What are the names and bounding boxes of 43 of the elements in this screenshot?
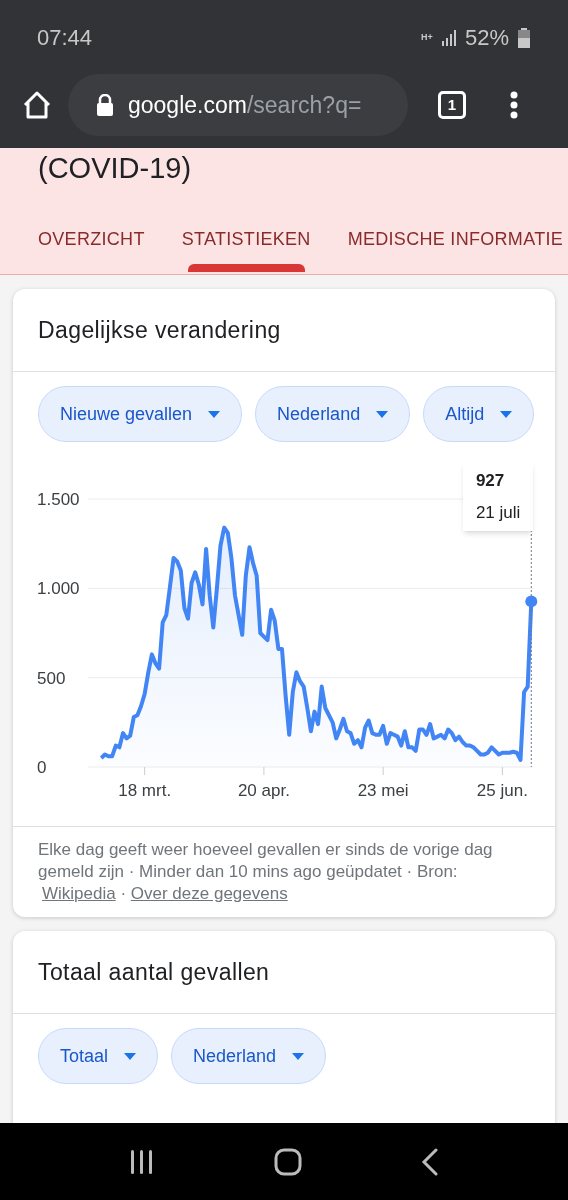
- card-title: Dagelijkse verandering: [37, 315, 282, 345]
- address-bar[interactable]: google.com/search?q=: [68, 74, 408, 136]
- signal-icon: [440, 29, 457, 46]
- filter-dropdown[interactable]: Nederland: [255, 386, 411, 442]
- lock-icon: [96, 94, 114, 116]
- filter-dropdown[interactable]: Totaal: [38, 1028, 159, 1084]
- hover-point: [525, 595, 538, 608]
- x-axis-label: 23 mei: [357, 781, 409, 800]
- url-text: google.com/search?q=: [128, 90, 362, 120]
- y-axis-label: 1.000: [37, 579, 80, 599]
- card-title: Totaal aantal gevallen: [37, 957, 271, 987]
- tooltip-date: 21 juli: [475, 501, 521, 524]
- clock: 07:44: [37, 24, 93, 52]
- caret-icon: [124, 1052, 137, 1060]
- network-type: H+: [420, 33, 433, 42]
- y-axis-label: 500: [37, 668, 66, 688]
- data-note: Elke dag geeft weer hoeveel gevallen er sinds de vorige dag gemeld zijn · Minder dan 10 mins ago geüpdatet · Bron: Wikipedia · Over deze gegevens: [38, 839, 494, 905]
- tab-count-button[interactable]: 1: [438, 91, 466, 119]
- tooltip-value: 927: [475, 470, 506, 492]
- home-button-icon[interactable]: [274, 1147, 302, 1176]
- source-link[interactable]: Wikipedia: [42, 884, 116, 903]
- filter-dropdown[interactable]: Altijd: [423, 386, 535, 442]
- page-title: (COVID-19): [37, 151, 193, 186]
- battery-percent: 52%: [464, 24, 509, 52]
- x-axis-label: 18 mrt.: [118, 781, 172, 800]
- about-data-link[interactable]: Over deze gegevens: [130, 884, 288, 903]
- filter-dropdown[interactable]: Nieuwe gevallen: [38, 386, 243, 442]
- section-tab[interactable]: OVERZICHT: [38, 228, 145, 272]
- y-axis-label: 1.500: [37, 490, 80, 509]
- caret-icon: [500, 410, 513, 418]
- x-axis-label: 20 apr.: [237, 781, 290, 800]
- y-axis-label: 0: [37, 758, 47, 777]
- more-menu-icon[interactable]: [510, 91, 518, 119]
- section-tab[interactable]: STATISTIEKEN: [181, 228, 311, 272]
- caret-icon: [292, 1052, 305, 1060]
- caret-icon: [376, 410, 389, 418]
- home-icon[interactable]: [22, 90, 52, 120]
- section-tab[interactable]: MEDISCHE INFORMATIE: [347, 228, 564, 272]
- caret-icon: [208, 410, 221, 418]
- battery-icon: [517, 27, 531, 48]
- back-icon[interactable]: [420, 1147, 439, 1176]
- x-axis-label: 25 jun.: [476, 781, 528, 800]
- filter-dropdown[interactable]: Nederland: [171, 1028, 327, 1084]
